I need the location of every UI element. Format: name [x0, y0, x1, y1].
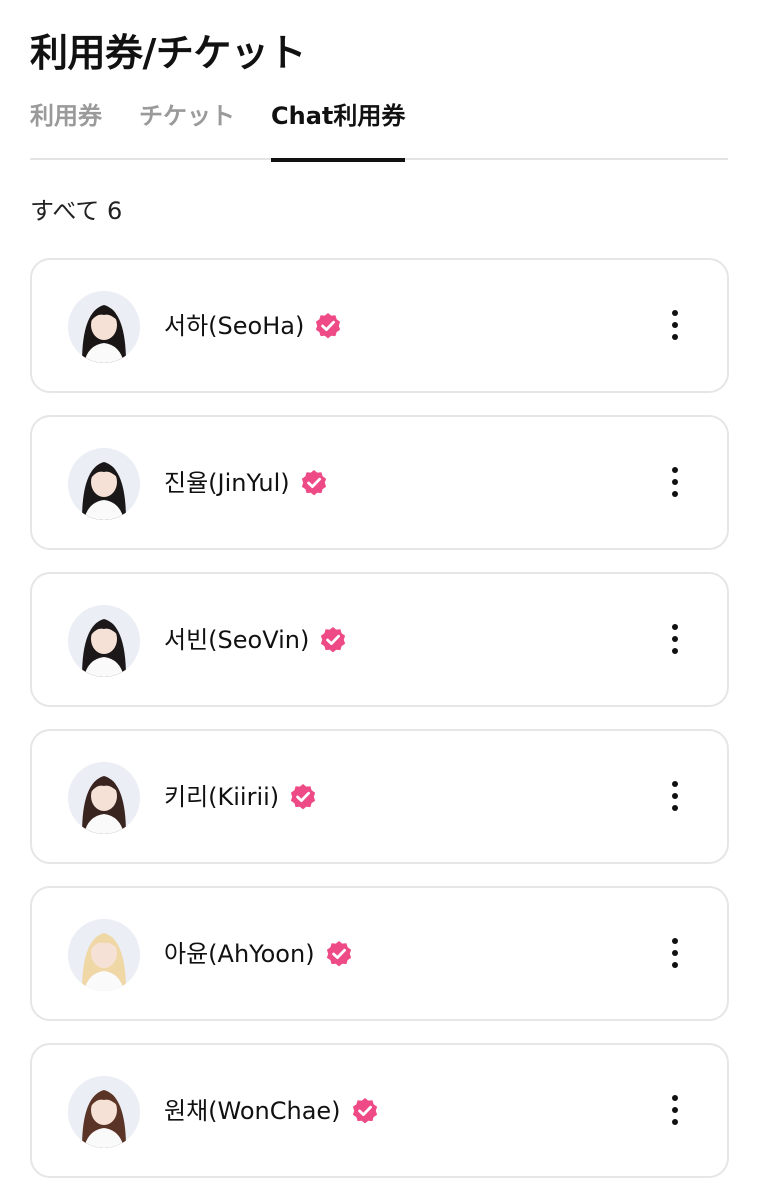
dot [672, 938, 678, 944]
name-row: 원채(WonChae) [164, 1093, 379, 1129]
dot [672, 1119, 678, 1125]
dot [672, 648, 678, 654]
more-options-icon[interactable] [663, 774, 687, 818]
page-title: 利用券/チケット [30, 31, 306, 75]
verified-badge-icon [321, 627, 346, 653]
more-options-icon[interactable] [663, 460, 687, 504]
chat-pass-card[interactable]: 서빈(SeoVin) [30, 572, 729, 707]
more-options-icon[interactable] [663, 1088, 687, 1132]
chat-pass-card[interactable]: 서하(SeoHa) [30, 258, 729, 393]
dot [672, 322, 678, 328]
dot [672, 1095, 678, 1101]
chat-pass-card[interactable]: 아윤(AhYoon) [30, 886, 729, 1021]
chat-pass-card[interactable]: 원채(WonChae) [30, 1043, 729, 1178]
avatar [68, 919, 140, 991]
dot [672, 491, 678, 497]
character-name: 아윤(AhYoon) [164, 940, 315, 968]
dot [672, 334, 678, 340]
name-row: 키리(Kiirii) [164, 779, 317, 815]
avatar-portrait-icon [68, 291, 140, 363]
name-row: 서빈(SeoVin) [164, 622, 347, 658]
dot [672, 479, 678, 485]
dot [672, 962, 678, 968]
chat-pass-card[interactable]: 진율(JinYul) [30, 415, 729, 550]
character-name: 서하(SeoHa) [164, 312, 305, 340]
character-name: 진율(JinYul) [164, 469, 290, 497]
avatar [68, 762, 140, 834]
name-row: 서하(SeoHa) [164, 308, 342, 344]
character-name: 서빈(SeoVin) [164, 626, 310, 654]
tab-chat-riyouken[interactable]: Chat利用券 [271, 98, 406, 162]
dot [672, 793, 678, 799]
chat-pass-card[interactable]: 키리(Kiirii) [30, 729, 729, 864]
more-options-icon[interactable] [663, 931, 687, 975]
dot [672, 467, 678, 473]
dot [672, 624, 678, 630]
dot [672, 1107, 678, 1113]
name-row: 아윤(AhYoon) [164, 936, 353, 972]
avatar [68, 448, 140, 520]
avatar [68, 1076, 140, 1148]
verified-badge-icon [291, 784, 316, 810]
avatar-portrait-icon [68, 448, 140, 520]
more-options-icon[interactable] [663, 617, 687, 661]
verified-badge-icon [316, 313, 341, 339]
verified-badge-icon [301, 470, 326, 496]
dot [672, 636, 678, 642]
dot [672, 310, 678, 316]
avatar-portrait-icon [68, 1076, 140, 1148]
page: 利用券/チケット 利用券 チケット Chat利用券 すべて 6 서하(SeoHa… [0, 0, 758, 1200]
avatar-portrait-icon [68, 605, 140, 677]
avatar-portrait-icon [68, 919, 140, 991]
avatar [68, 291, 140, 363]
avatar [68, 605, 140, 677]
dot [672, 781, 678, 787]
dot [672, 950, 678, 956]
verified-badge-icon [352, 1098, 377, 1124]
name-row: 진율(JinYul) [164, 465, 328, 501]
dot [672, 805, 678, 811]
verified-badge-icon [326, 941, 351, 967]
tab-riyouken[interactable]: 利用券 [30, 98, 102, 160]
tab-ticket[interactable]: チケット [139, 98, 235, 160]
avatar-portrait-icon [68, 762, 140, 834]
character-name: 키리(Kiirii) [164, 783, 280, 811]
character-name: 원채(WonChae) [164, 1097, 341, 1125]
tab-bar: 利用券 チケット Chat利用券 [30, 90, 728, 162]
total-count: すべて 6 [30, 197, 123, 225]
more-options-icon[interactable] [663, 303, 687, 347]
